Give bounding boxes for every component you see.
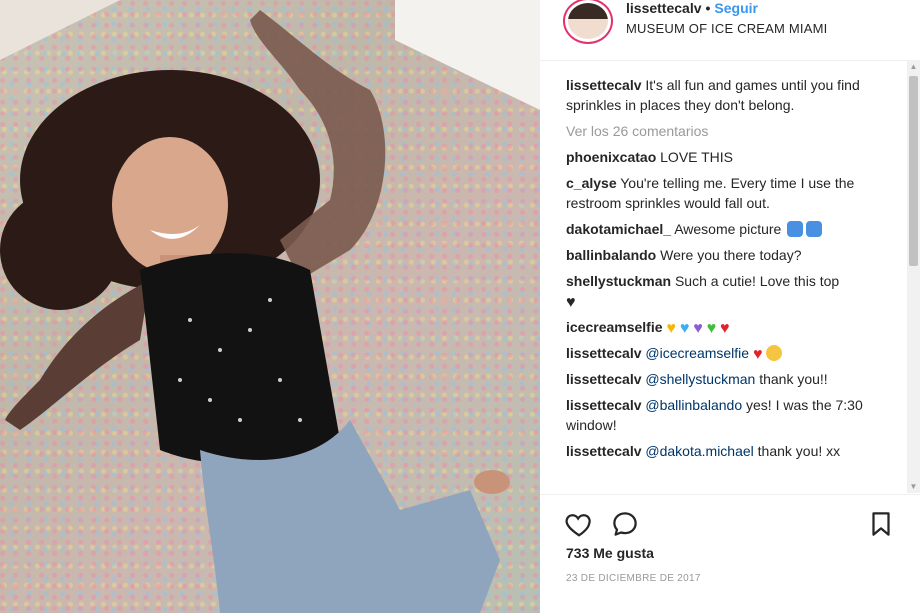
follow-button[interactable]: Seguir xyxy=(714,0,758,16)
comment-text: thank you! xx xyxy=(757,443,841,459)
view-all-comments-link[interactable]: Ver los 26 comentarios xyxy=(566,121,891,141)
comment-mention[interactable]: @dakota.michael xyxy=(645,443,753,459)
comment: c_alyse You're telling me. Every time I … xyxy=(566,173,891,213)
header-username[interactable]: lissettecalv xyxy=(626,0,702,16)
scrollbar-thumb[interactable] xyxy=(909,76,918,266)
header-line: lissettecalv • Seguir xyxy=(626,0,758,16)
black-heart-emoji-icon: ♥ xyxy=(566,294,576,311)
comment: lissettecalv @ballinbalando yes! I was t… xyxy=(566,395,891,435)
caption: lissettecalv It's all fun and games unti… xyxy=(566,75,891,115)
comment-mention[interactable]: @ballinbalando xyxy=(645,397,742,413)
comment: icecreamselfie ♥ ♥ ♥ ♥ ♥ xyxy=(566,317,891,337)
comment-username[interactable]: lissettecalv xyxy=(566,397,642,413)
comment: lissettecalv @icecreamselfie ♥ xyxy=(566,343,891,363)
comment-username[interactable]: phoenixcatao xyxy=(566,149,656,165)
scroll-up-arrow-icon[interactable]: ▲ xyxy=(907,60,920,73)
comment-username[interactable]: shellystuckman xyxy=(566,273,671,289)
post-header: lissettecalv • Seguir MUSEUM OF ICE CREAM … xyxy=(540,0,920,61)
separator-dot: • xyxy=(705,0,711,16)
raised-hands-emoji-icon xyxy=(787,221,804,237)
comments-scrollbar[interactable]: ▲ ▼ xyxy=(907,60,920,493)
purple-heart-emoji-icon: ♥ xyxy=(693,320,703,337)
location-link[interactable]: MUSEUM OF ICE CREAM MIAMI xyxy=(626,21,827,36)
post-date: 23 DE DICIEMBRE DE 2017 xyxy=(566,573,701,584)
post-actions-bar xyxy=(540,494,920,551)
comment: lissettecalv @shellystuckman thank you!! xyxy=(566,369,891,389)
comment: lissettecalv @dakota.michael thank you! … xyxy=(566,441,891,461)
heart-outline-icon[interactable] xyxy=(564,509,594,539)
comment-text: LOVE THIS xyxy=(660,149,734,165)
avatar[interactable] xyxy=(563,0,613,44)
comment-username[interactable]: lissettecalv xyxy=(566,371,642,387)
comment-username[interactable]: lissettecalv xyxy=(566,443,642,459)
comments-list[interactable]: lissettecalv It's all fun and games unti… xyxy=(566,75,891,493)
comment: ballinbalando Were you there today? xyxy=(566,245,891,265)
comment-username[interactable]: icecreamselfie xyxy=(566,319,663,335)
post-photo xyxy=(0,0,540,613)
red-heart-emoji-icon: ♥ xyxy=(719,320,730,337)
comment-username[interactable]: lissettecalv xyxy=(566,77,642,93)
likes-count[interactable]: 733 Me gusta xyxy=(566,545,654,561)
comment-text: Awesome picture xyxy=(674,221,782,237)
comment-mention[interactable]: @icecreamselfie xyxy=(645,345,749,361)
comment: phoenixcatao LOVE THIS xyxy=(566,147,891,167)
comment-text: Such a cutie! Love this top xyxy=(674,273,840,289)
comment-bubble-icon[interactable] xyxy=(610,509,640,539)
red-heart-emoji-icon: ♥ xyxy=(752,346,763,363)
comment-username[interactable]: lissettecalv xyxy=(566,345,642,361)
comment: shellystuckman Such a cutie! Love this t… xyxy=(566,271,891,311)
post-sidebar: lissettecalv • Seguir MUSEUM OF ICE CREAM … xyxy=(540,0,920,613)
bookmark-icon[interactable] xyxy=(866,509,896,539)
yellow-heart-emoji-icon: ♥ xyxy=(666,320,676,337)
comment-username[interactable]: dakotamichael_ xyxy=(566,221,671,237)
comment-text: Were you there today? xyxy=(660,247,802,263)
comment-username[interactable]: c_alyse xyxy=(566,175,617,191)
photo-illustration xyxy=(0,0,540,613)
comment-text: thank you!! xyxy=(759,371,828,387)
scroll-down-arrow-icon[interactable]: ▼ xyxy=(907,480,920,493)
comment-mention[interactable]: @shellystuckman xyxy=(645,371,755,387)
hugging-face-emoji-icon xyxy=(766,345,783,361)
green-heart-emoji-icon: ♥ xyxy=(706,320,717,337)
comment-username[interactable]: ballinbalando xyxy=(566,247,656,263)
blue-heart-emoji-icon: ♥ xyxy=(679,320,690,337)
comment: dakotamichael_ Awesome picture xyxy=(566,219,891,239)
raised-hands-emoji-icon xyxy=(806,221,823,237)
